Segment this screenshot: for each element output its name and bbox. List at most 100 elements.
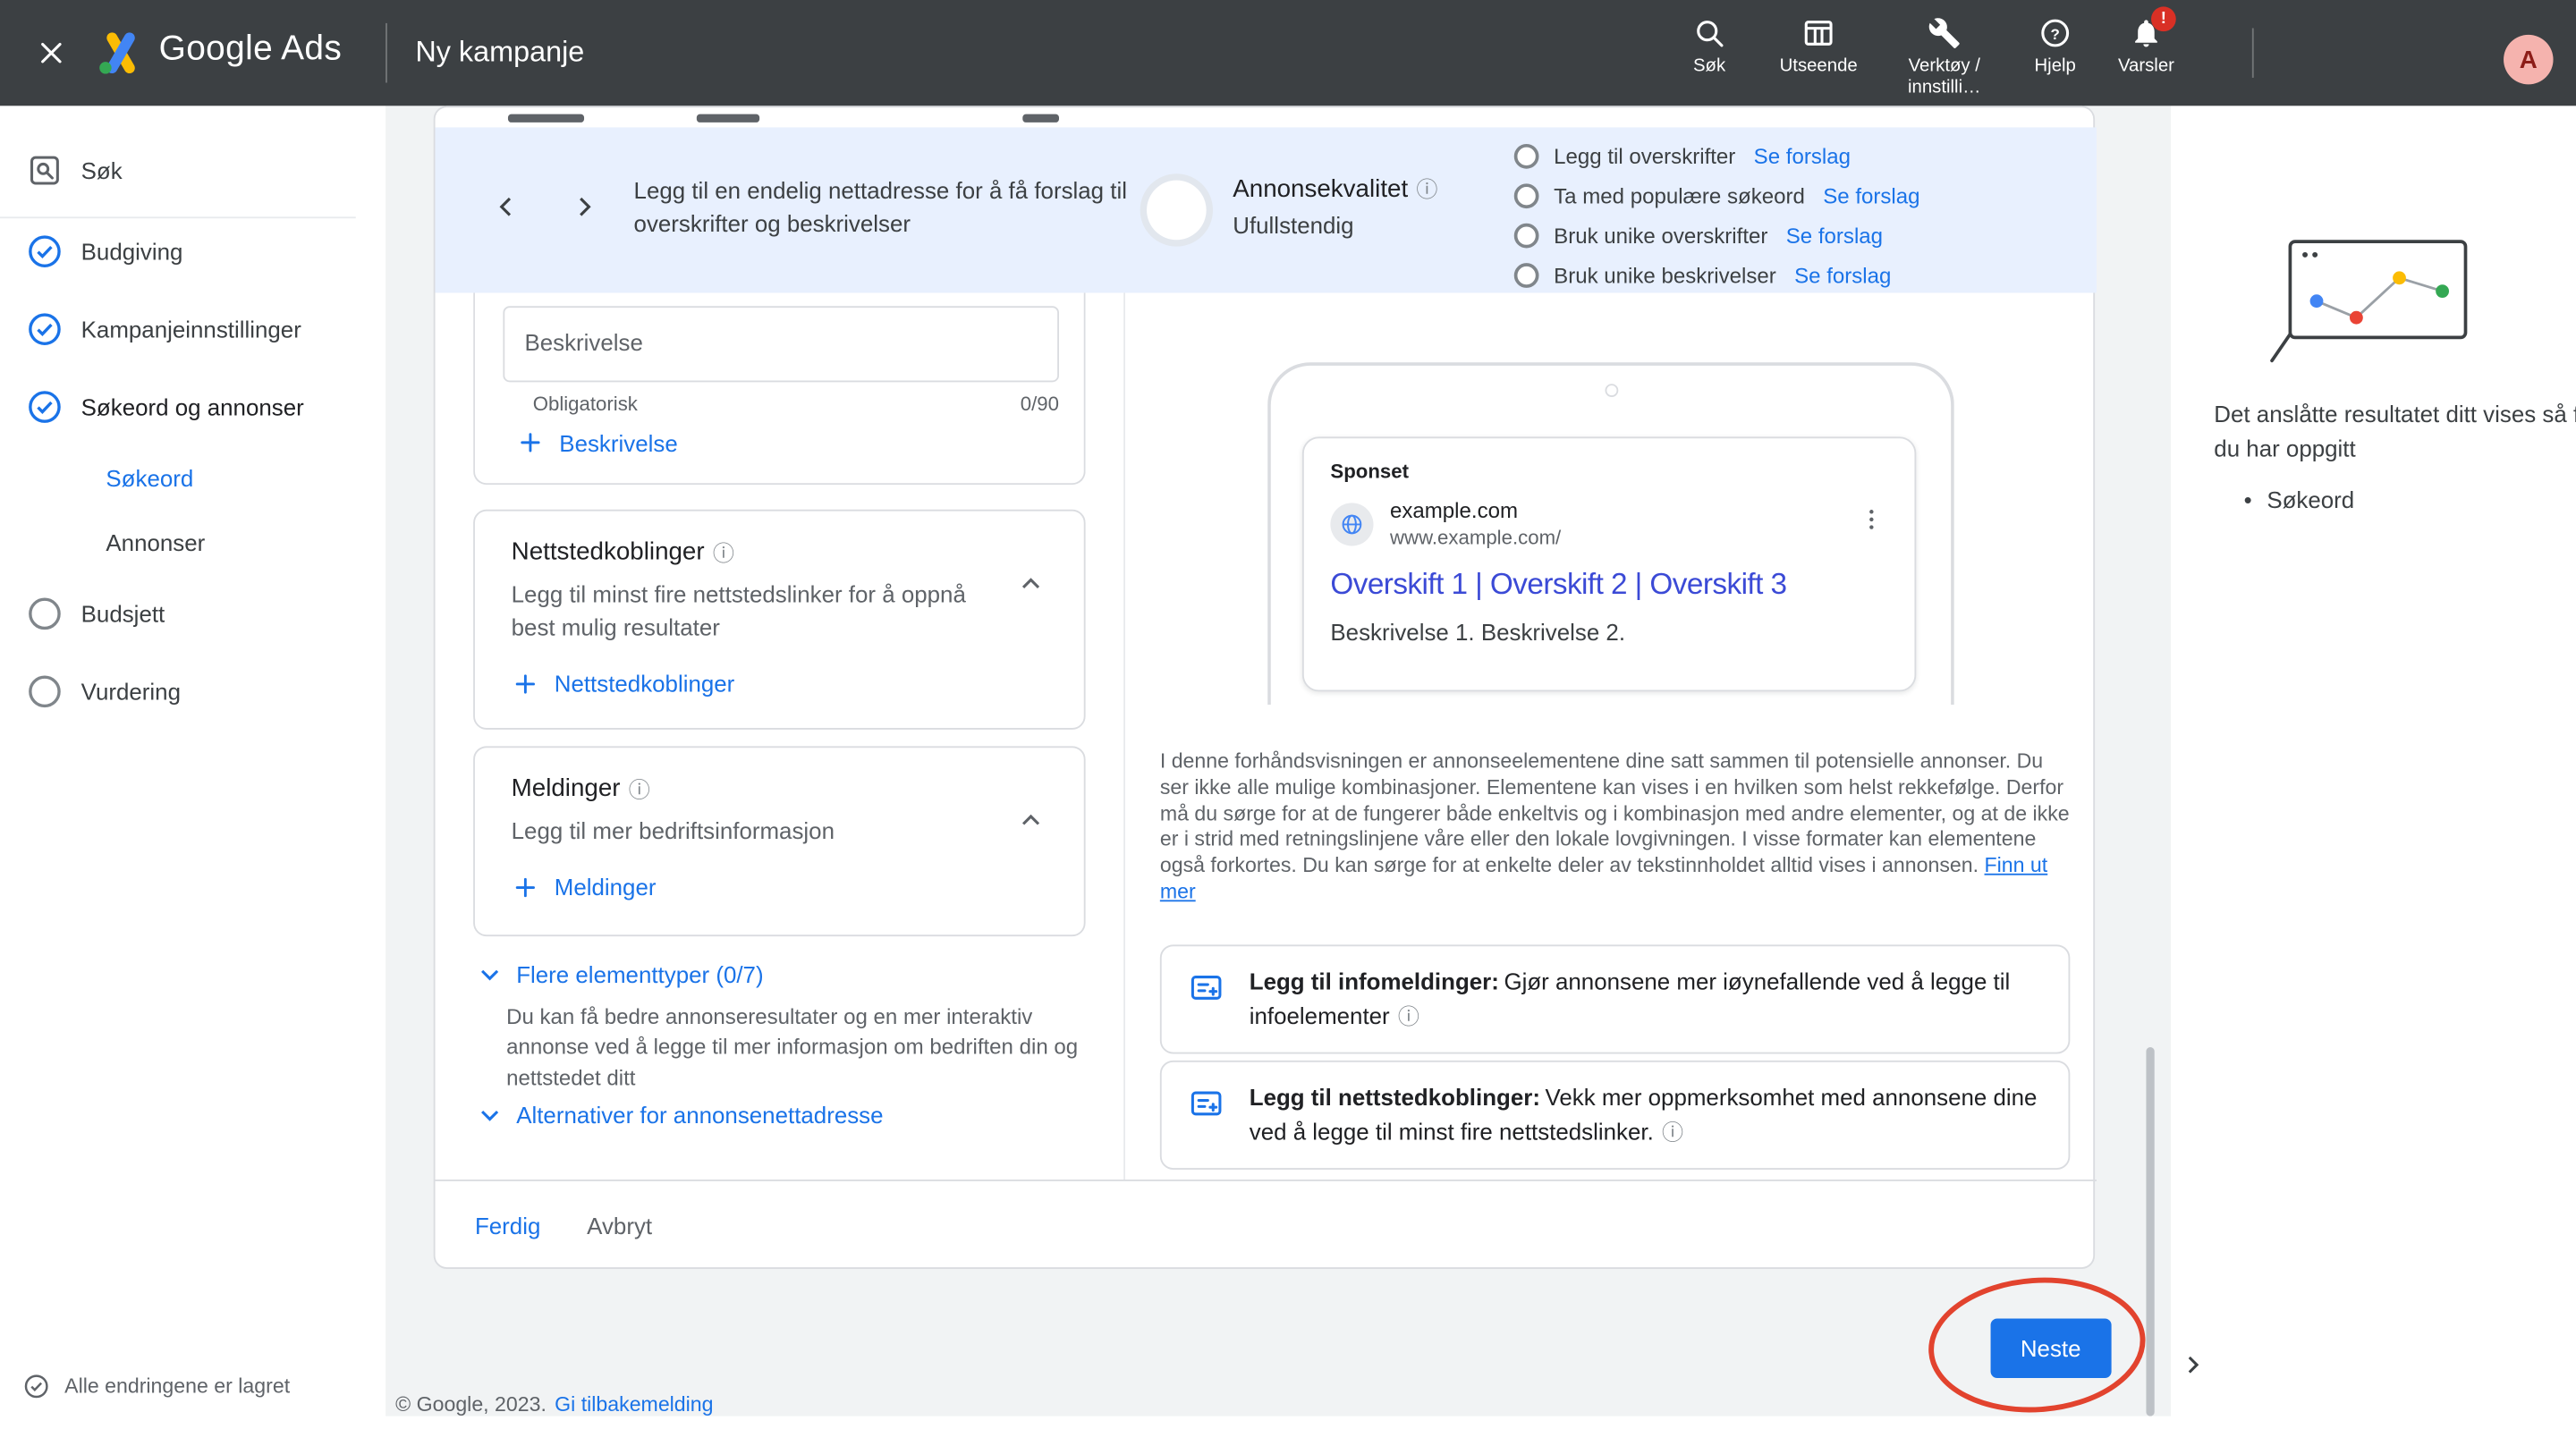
see-suggestions-link[interactable]: Se forslag — [1754, 143, 1851, 168]
add-description-button[interactable]: Beskrivelse — [516, 428, 678, 456]
sidebar-subitem-sokeord[interactable]: Søkeord — [106, 457, 193, 500]
saved-check-icon — [23, 1374, 50, 1400]
top-app-bar: Google Ads Ny kampanje Søk Utseende Verk… — [0, 0, 2576, 106]
topbar-nav-search[interactable]: Søk — [1660, 13, 1759, 99]
google-ads-logo[interactable] — [96, 28, 146, 78]
sitelinks-title-text: Nettstedkoblinger — [512, 537, 705, 565]
banner-message: Legg til en endelig nettadresse for å få… — [634, 173, 1189, 241]
sidebar-label: Annonser — [106, 529, 205, 556]
svg-text:?: ? — [2051, 26, 2060, 43]
topbar-nav-group: Søk Utseende Verktøy / innstilli… ? Hjel… — [1660, 13, 2193, 99]
cancel-button[interactable]: Avbryt — [587, 1212, 652, 1239]
see-suggestions-link[interactable]: Se forslag — [1786, 223, 1883, 248]
add-sitelinks-button[interactable]: Nettstedkoblinger — [512, 670, 1047, 698]
plus-icon — [512, 670, 539, 698]
check-circle-icon — [27, 389, 64, 426]
scrolled-content-remnant — [1022, 114, 1059, 123]
chevron-left-icon[interactable] — [490, 190, 523, 224]
sidebar-label: Kampanjeinnstillinger — [81, 316, 301, 342]
add-callouts-button[interactable]: Meldinger — [512, 874, 1047, 901]
more-vert-icon[interactable] — [1859, 506, 1885, 533]
checklist-row: Bruk unike beskrivelser Se forslag — [1514, 255, 1920, 294]
add-asset-icon — [1188, 969, 1224, 1034]
add-callouts-label: Meldinger — [555, 874, 657, 901]
info-icon[interactable]: ⓘ — [1398, 1004, 1419, 1029]
see-suggestions-link[interactable]: Se forslag — [1794, 262, 1891, 287]
checklist-label: Ta med populære søkeord — [1554, 182, 1805, 207]
chart-illustration — [2264, 232, 2482, 364]
required-label: Obligatorisk — [533, 392, 638, 415]
main-content: Legg til en endelig nettadresse for å få… — [386, 106, 2171, 1416]
info-icon[interactable]: ⓘ — [629, 773, 650, 804]
check-circle-icon — [27, 311, 64, 348]
info-icon[interactable]: ⓘ — [1416, 177, 1437, 202]
nav-label: Varsler — [2118, 56, 2174, 78]
radio-circle-icon[interactable] — [1514, 262, 1539, 287]
column-divider — [1123, 292, 1125, 1180]
sidebar-item-kampanjeinnstillinger[interactable]: Kampanjeinnstillinger — [27, 308, 301, 351]
callouts-title-text: Meldinger — [512, 774, 621, 802]
radio-circle-icon[interactable] — [1514, 223, 1539, 248]
sitelinks-card: Nettstedkoblinger ⓘ Legg til minst fire … — [473, 510, 1085, 730]
sitelinks-subtitle: Legg til minst fire nettstedslinker for … — [512, 579, 975, 646]
see-suggestions-link[interactable]: Se forslag — [1823, 182, 1919, 207]
sidebar-label: Søk — [81, 157, 123, 184]
sidebar-item-vurdering[interactable]: Vurdering — [27, 670, 181, 713]
topbar-nav-help[interactable]: ? Hjelp — [2011, 13, 2100, 99]
vertical-scrollbar[interactable] — [2146, 1047, 2154, 1416]
sidebar-subitem-annonser[interactable]: Annonser — [106, 521, 205, 564]
chevron-down-icon — [473, 1098, 506, 1131]
checklist-row: Ta med populære søkeord Se forslag — [1514, 175, 1920, 215]
chevron-up-icon[interactable] — [1014, 568, 1047, 601]
next-button[interactable]: Neste — [1991, 1318, 2111, 1378]
estimates-bullet-item: • Søkeord — [2244, 486, 2355, 513]
sidebar-label: Søkeord — [106, 465, 193, 492]
nav-label: Søk — [1693, 56, 1725, 78]
appearance-icon — [1802, 17, 1835, 50]
add-sitelinks-label: Nettstedkoblinger — [555, 671, 735, 698]
estimates-panel: Det anslåtte resultatet ditt vises så fo… — [2171, 106, 2576, 1416]
char-counter: 0/90 — [1021, 392, 1059, 415]
add-description-label: Beskrivelse — [559, 429, 677, 456]
scrolled-content-remnant — [697, 114, 759, 123]
callouts-title: Meldinger ⓘ — [512, 773, 1047, 804]
topbar-nav-tools[interactable]: Verktøy / innstilli… — [1878, 13, 2011, 99]
sidebar-item-sokeord-og-annonser[interactable]: Søkeord og annonser — [27, 385, 304, 428]
device-camera-dot — [1605, 384, 1618, 397]
sidebar-item-budsjett[interactable]: Budsjett — [27, 592, 165, 635]
sidebar-item-budgiving[interactable]: Budgiving — [27, 230, 183, 273]
more-asset-types-hint: Du kan få bedre annonseresultater og en … — [506, 1002, 1082, 1094]
scrolled-content-remnant — [508, 114, 584, 123]
panel-collapse-chevron-icon[interactable] — [2178, 1350, 2207, 1380]
account-avatar[interactable]: A — [2504, 35, 2554, 84]
feedback-link[interactable]: Gi tilbakemelding — [555, 1393, 713, 1416]
more-asset-types-toggle[interactable]: Flere elementtyper (0/7) — [473, 958, 764, 991]
saved-note-text: Alle endringene er lagret — [64, 1374, 290, 1398]
ads-editor-panel: Legg til en endelig nettadresse for å få… — [434, 106, 2095, 1269]
empty-circle-icon — [27, 673, 64, 710]
info-icon[interactable]: ⓘ — [713, 536, 734, 567]
topbar-nav-appearance[interactable]: Utseende — [1759, 13, 1878, 99]
display-url: www.example.com/ — [1390, 526, 1561, 549]
chevron-right-icon[interactable] — [568, 190, 601, 224]
tip-card-sitelinks[interactable]: Legg til nettstedkoblinger:Vekk mer oppm… — [1160, 1061, 2071, 1170]
chevron-up-icon[interactable] — [1014, 804, 1047, 837]
close-icon[interactable] — [37, 38, 66, 68]
radio-circle-icon[interactable] — [1514, 143, 1539, 168]
checklist-label: Bruk unike overskrifter — [1554, 223, 1767, 248]
radio-circle-icon[interactable] — [1514, 182, 1539, 207]
checklist-label: Bruk unike beskrivelser — [1554, 262, 1776, 287]
ad-headline[interactable]: Overskift 1 | Overskift 2 | Overskift 3 — [1330, 568, 1887, 603]
sponsored-label: Sponset — [1330, 460, 1887, 483]
topbar-nav-notifications[interactable]: Varsler ! — [2100, 13, 2193, 99]
ad-preview-card: Sponset example.com www.example.com/ — [1302, 436, 1916, 691]
done-button[interactable]: Ferdig — [475, 1212, 540, 1239]
sidebar-divider — [0, 216, 356, 218]
plus-icon — [516, 428, 544, 456]
tip-card-callouts[interactable]: Legg til infomeldinger:Gjør annonsene me… — [1160, 944, 2071, 1053]
description-input[interactable] — [503, 306, 1059, 382]
info-icon[interactable]: ⓘ — [1662, 1120, 1683, 1145]
ad-url-options-toggle[interactable]: Alternativer for annonsenettadresse — [473, 1098, 883, 1131]
notification-badge: ! — [2151, 6, 2176, 31]
sidebar-item-sok[interactable]: Søk — [27, 149, 123, 192]
